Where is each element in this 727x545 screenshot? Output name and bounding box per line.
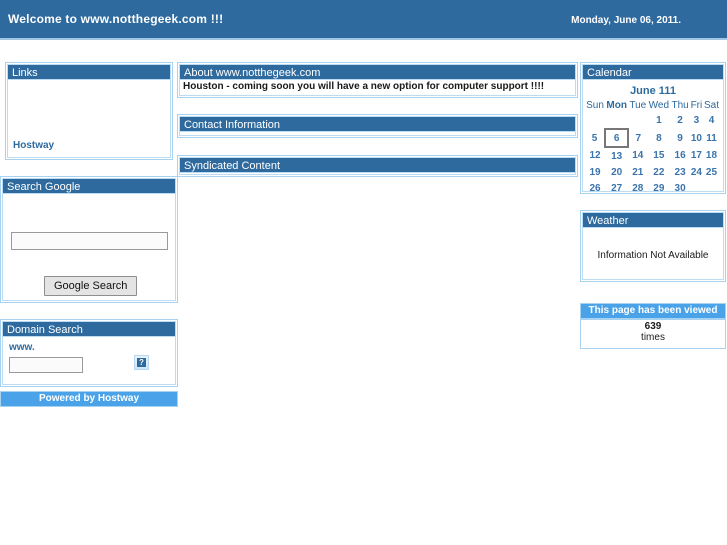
calendar-panel: Calendar June 111 Sun Mon Tue Wed Thu Fri Sat … <box>580 62 726 194</box>
calendar-week-row: 5 6 7 8 9 10 11 <box>585 128 720 148</box>
syndicated-content-panel: Syndicated Content <box>177 155 578 177</box>
banner-date: Monday, June 06, 2011. <box>571 15 681 26</box>
page-counter-body: 639 times <box>580 319 726 349</box>
calendar-dayname-row: Sun Mon Tue Wed Thu Fri Sat <box>585 99 720 112</box>
page-counter-value: 639 <box>644 321 662 332</box>
google-search-button[interactable]: Google Search <box>44 276 138 296</box>
domain-search-title: Domain Search <box>2 321 176 337</box>
calendar-day-3[interactable]: 3 <box>690 112 703 129</box>
calendar-dayname-fri: Fri <box>690 100 703 111</box>
calendar-panel-title: Calendar <box>582 64 724 80</box>
calendar-day-9[interactable]: 9 <box>670 129 689 147</box>
calendar-day-25[interactable]: 25 <box>703 164 720 180</box>
calendar-table: Sun Mon Tue Wed Thu Fri Sat 1 2 3 4 5 6 7 8 9 10 11 12 13 1… <box>585 99 721 196</box>
calendar-day-23[interactable]: 23 <box>670 164 689 180</box>
calendar-dayname-sat: Sat <box>703 100 719 111</box>
calendar-day-17[interactable]: 17 <box>690 147 703 164</box>
calendar-day-18[interactable]: 18 <box>703 147 720 164</box>
calendar-day-26[interactable]: 26 <box>585 180 605 196</box>
calendar-day-19[interactable]: 19 <box>585 164 605 180</box>
calendar-day-5[interactable]: 5 <box>585 129 605 147</box>
search-google-panel: Search Google Google Search <box>0 176 178 303</box>
weather-panel-title: Weather <box>582 212 724 228</box>
links-panel: Links Hostway <box>5 62 173 160</box>
site-banner: Welcome to www.notthegeek.com !!! Monday… <box>0 0 727 40</box>
powered-by-hostway-bar[interactable]: Powered by Hostway <box>0 391 178 407</box>
calendar-empty-cell <box>585 112 605 129</box>
page-counter-label: This page has been viewed <box>580 303 726 319</box>
calendar-day-8[interactable]: 8 <box>647 129 670 147</box>
syndicated-content-title: Syndicated Content <box>179 157 576 173</box>
calendar-dayname-sun: Sun <box>586 100 604 111</box>
calendar-dayname-mon: Mon <box>606 100 627 111</box>
weather-panel: Weather Information Not Available <box>580 210 726 282</box>
calendar-day-2[interactable]: 2 <box>670 112 689 129</box>
calendar-week-row: 12 13 14 15 16 17 18 <box>585 147 720 164</box>
weather-panel-body: Information Not Available <box>582 228 724 280</box>
weather-message: Information Not Available <box>597 250 709 261</box>
link-hostway[interactable]: Hostway <box>13 140 54 151</box>
calendar-day-21[interactable]: 21 <box>628 164 647 180</box>
calendar-day-22[interactable]: 22 <box>647 164 670 180</box>
broken-image-icon[interactable]: ? <box>134 355 149 370</box>
calendar-day-28[interactable]: 28 <box>628 180 647 196</box>
calendar-day-20[interactable]: 20 <box>605 164 628 180</box>
calendar-dayname-tue: Tue <box>629 100 647 111</box>
links-panel-title: Links <box>7 64 171 80</box>
calendar-day-27[interactable]: 27 <box>605 180 628 196</box>
contact-information-title: Contact Information <box>179 116 576 132</box>
calendar-dayname-wed: Wed <box>648 100 670 111</box>
page-counter-unit: times <box>641 332 665 343</box>
calendar-empty-cell <box>628 112 647 129</box>
broken-image-glyph: ? <box>137 358 146 367</box>
domain-search-input[interactable] <box>9 357 83 373</box>
calendar-panel-body: June 111 Sun Mon Tue Wed Thu Fri Sat 123456789… <box>582 80 724 194</box>
calendar-empty-cell <box>690 180 703 196</box>
calendar-month-label: June 111 <box>630 85 676 97</box>
calendar-week-row: 1234 <box>585 112 720 129</box>
domain-search-panel: Domain Search www. ? <box>0 319 178 387</box>
welcome-title: Welcome to www.notthegeek.com !!! <box>8 12 224 26</box>
about-panel: About www.notthegeek.com Houston - comin… <box>177 62 578 98</box>
calendar-week-row: 26 27 28 29 30 <box>585 180 720 196</box>
syndicated-content-body <box>179 173 576 175</box>
calendar-day-11[interactable]: 11 <box>703 129 720 147</box>
calendar-day-15[interactable]: 15 <box>647 147 670 164</box>
contact-information-panel: Contact Information <box>177 114 578 138</box>
page-root: Welcome to www.notthegeek.com !!! Monday… <box>0 0 727 545</box>
calendar-empty-cell <box>605 112 628 129</box>
links-panel-body: Hostway <box>7 80 171 158</box>
calendar-day-7[interactable]: 7 <box>628 129 647 147</box>
calendar-day-10[interactable]: 10 <box>690 129 703 147</box>
domain-search-body: www. ? <box>2 337 176 385</box>
calendar-day-30[interactable]: 30 <box>670 180 689 196</box>
about-panel-title: About www.notthegeek.com <box>179 64 576 80</box>
about-panel-body: Houston - coming soon you will have a ne… <box>179 80 576 96</box>
contact-information-body <box>179 132 576 136</box>
calendar-day-14[interactable]: 14 <box>628 147 647 164</box>
calendar-empty-cell <box>703 180 720 196</box>
calendar-day-24[interactable]: 24 <box>690 164 703 180</box>
search-google-body: Google Search <box>2 194 176 301</box>
calendar-day-6[interactable]: 6 <box>604 128 630 148</box>
www-prefix-label: www. <box>9 342 35 353</box>
calendar-day-1[interactable]: 1 <box>647 112 670 129</box>
calendar-day-13[interactable]: 13 <box>605 147 628 164</box>
page-counter: This page has been viewed 639 times <box>580 303 726 349</box>
calendar-day-12[interactable]: 12 <box>585 147 605 164</box>
calendar-day-16[interactable]: 16 <box>670 147 689 164</box>
calendar-day-4[interactable]: 4 <box>703 112 720 129</box>
calendar-dayname-thu: Thu <box>671 100 689 111</box>
calendar-day-29[interactable]: 29 <box>647 180 670 196</box>
google-search-input[interactable] <box>11 232 168 250</box>
calendar-week-row: 19 20 21 22 23 24 25 <box>585 164 720 180</box>
search-google-title: Search Google <box>2 178 176 194</box>
